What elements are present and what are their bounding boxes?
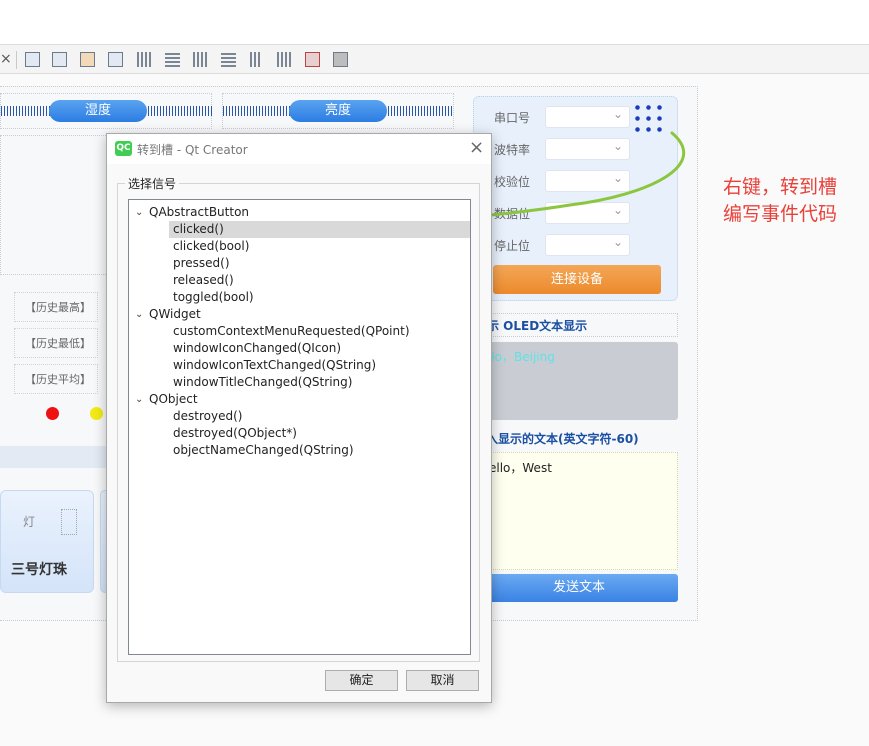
- tree-item-label: windowIconTextChanged(QString): [173, 358, 377, 372]
- oled-header: 示 OLED文本显示: [480, 313, 678, 337]
- layout-grid-icon[interactable]: [277, 52, 292, 67]
- adjust-size-icon[interactable]: [333, 52, 348, 67]
- tree-signal-item[interactable]: toggled(bool): [169, 289, 470, 306]
- brightness-frame: 亮度: [222, 93, 454, 129]
- tree-signal-item[interactable]: customContextMenuRequested(QPoint): [169, 323, 470, 340]
- qt-creator-logo: QC: [115, 141, 132, 156]
- tree-group-item[interactable]: ⌄ QAbstractButton: [129, 204, 470, 221]
- tree-item-label: objectNameChanged(QString): [173, 443, 354, 457]
- tree-signal-item[interactable]: windowIconTextChanged(QString): [169, 357, 470, 374]
- tree-item-label: QObject: [149, 392, 198, 406]
- tree-signal-item[interactable]: windowTitleChanged(QString): [169, 374, 470, 391]
- lamp-card-title: 三号灯珠: [11, 562, 67, 578]
- humidity-label: 湿度: [49, 100, 147, 122]
- text-input-area[interactable]: ello，West: [480, 452, 678, 570]
- tree-item-label: destroyed(QObject*): [173, 426, 297, 440]
- history-max-label: 【历史最高】: [14, 292, 98, 322]
- annotation-line-1: 右键，转到槽: [723, 176, 838, 198]
- break-layout-icon[interactable]: [305, 52, 320, 67]
- tree-item-label: released(): [173, 273, 234, 287]
- lamp-card[interactable]: 灯 三号灯珠: [0, 490, 94, 593]
- send-text-button[interactable]: 发送文本: [480, 574, 678, 602]
- cancel-button[interactable]: 取消: [406, 670, 479, 691]
- edit-buddies-icon[interactable]: [80, 52, 95, 67]
- oled-display: llo，Beijing: [480, 342, 678, 420]
- edit-signals-slots-icon[interactable]: [52, 52, 67, 67]
- edit-widgets-icon[interactable]: [25, 52, 40, 67]
- annotation-text: 右键，转到槽 编写事件代码: [723, 174, 837, 228]
- tree-group-item[interactable]: ⌄ QObject: [129, 391, 470, 408]
- close-icon[interactable]: ×: [0, 51, 12, 67]
- signal-group-title: 选择信号: [125, 175, 180, 192]
- serial-port-label: 串口号: [494, 111, 531, 125]
- indicator-red-light: [46, 407, 59, 420]
- tree-item-label: windowIconChanged(QIcon): [173, 341, 342, 355]
- tree-signal-item[interactable]: released(): [169, 272, 470, 289]
- layout-horizontal-icon[interactable]: [137, 52, 152, 67]
- tree-item-label: clicked(): [173, 222, 224, 236]
- tree-item-label: toggled(bool): [173, 290, 254, 304]
- input-header: 入显示的文本(英文字符-60): [486, 432, 639, 446]
- tree-item-label: clicked(bool): [173, 239, 250, 253]
- layout-form-icon[interactable]: [250, 52, 260, 67]
- tree-item-label: QAbstractButton: [149, 205, 250, 219]
- ok-button[interactable]: 确定: [325, 670, 398, 691]
- brightness-label: 亮度: [289, 100, 387, 122]
- designer-toolbar: ×: [0, 44, 869, 74]
- tree-signal-item[interactable]: destroyed(): [169, 408, 470, 425]
- tree-item-label: destroyed(): [173, 409, 243, 423]
- section-bar: [0, 446, 110, 468]
- dialog-titlebar: QC 转到槽 - Qt Creator ×: [107, 134, 491, 164]
- tree-signal-item-selected[interactable]: clicked(): [169, 221, 470, 238]
- layout-horizontal-splitter-icon[interactable]: [193, 52, 208, 67]
- tree-signal-item[interactable]: windowIconChanged(QIcon): [169, 340, 470, 357]
- tree-group-item[interactable]: ⌄ QWidget: [129, 306, 470, 323]
- layout-vertical-splitter-icon[interactable]: [221, 52, 236, 67]
- history-avg-label: 【历史平均】: [14, 364, 98, 394]
- tree-item-label: customContextMenuRequested(QPoint): [173, 324, 410, 338]
- humidity-frame: 湿度: [0, 93, 213, 129]
- signal-tree[interactable]: ⌄ QAbstractButton clicked() clicked(bool) pr…: [128, 199, 471, 655]
- dialog-title: 转到槽 - Qt Creator: [137, 143, 248, 157]
- tree-item-label: QWidget: [149, 307, 201, 321]
- layout-vertical-icon[interactable]: [165, 52, 180, 67]
- chevron-down-icon[interactable]: ⌄: [135, 306, 143, 323]
- tree-signal-item[interactable]: objectNameChanged(QString): [169, 442, 470, 459]
- annotation-line-2: 编写事件代码: [723, 203, 838, 225]
- lamp-char: 灯: [23, 515, 36, 529]
- tree-item-label: windowTitleChanged(QString): [173, 375, 353, 389]
- indicator-yellow-light: [90, 407, 103, 420]
- edit-tab-order-icon[interactable]: [108, 52, 123, 67]
- tree-signal-item[interactable]: destroyed(QObject*): [169, 425, 470, 442]
- connect-button[interactable]: 连接设备: [493, 265, 661, 294]
- chevron-down-icon[interactable]: ⌄: [135, 391, 143, 408]
- tree-signal-item[interactable]: pressed(): [169, 255, 470, 272]
- goto-slot-dialog: QC 转到槽 - Qt Creator × 选择信号 ⌄ QAbstractBut…: [106, 133, 492, 703]
- dialog-close-icon[interactable]: ×: [469, 137, 484, 158]
- tree-item-label: pressed(): [173, 256, 230, 270]
- lamp-icon-slot: [61, 509, 77, 535]
- tree-signal-item[interactable]: clicked(bool): [169, 238, 470, 255]
- history-min-label: 【历史最低】: [14, 328, 98, 358]
- toolbar-separator: [16, 51, 17, 69]
- chevron-down-icon[interactable]: ⌄: [135, 204, 143, 221]
